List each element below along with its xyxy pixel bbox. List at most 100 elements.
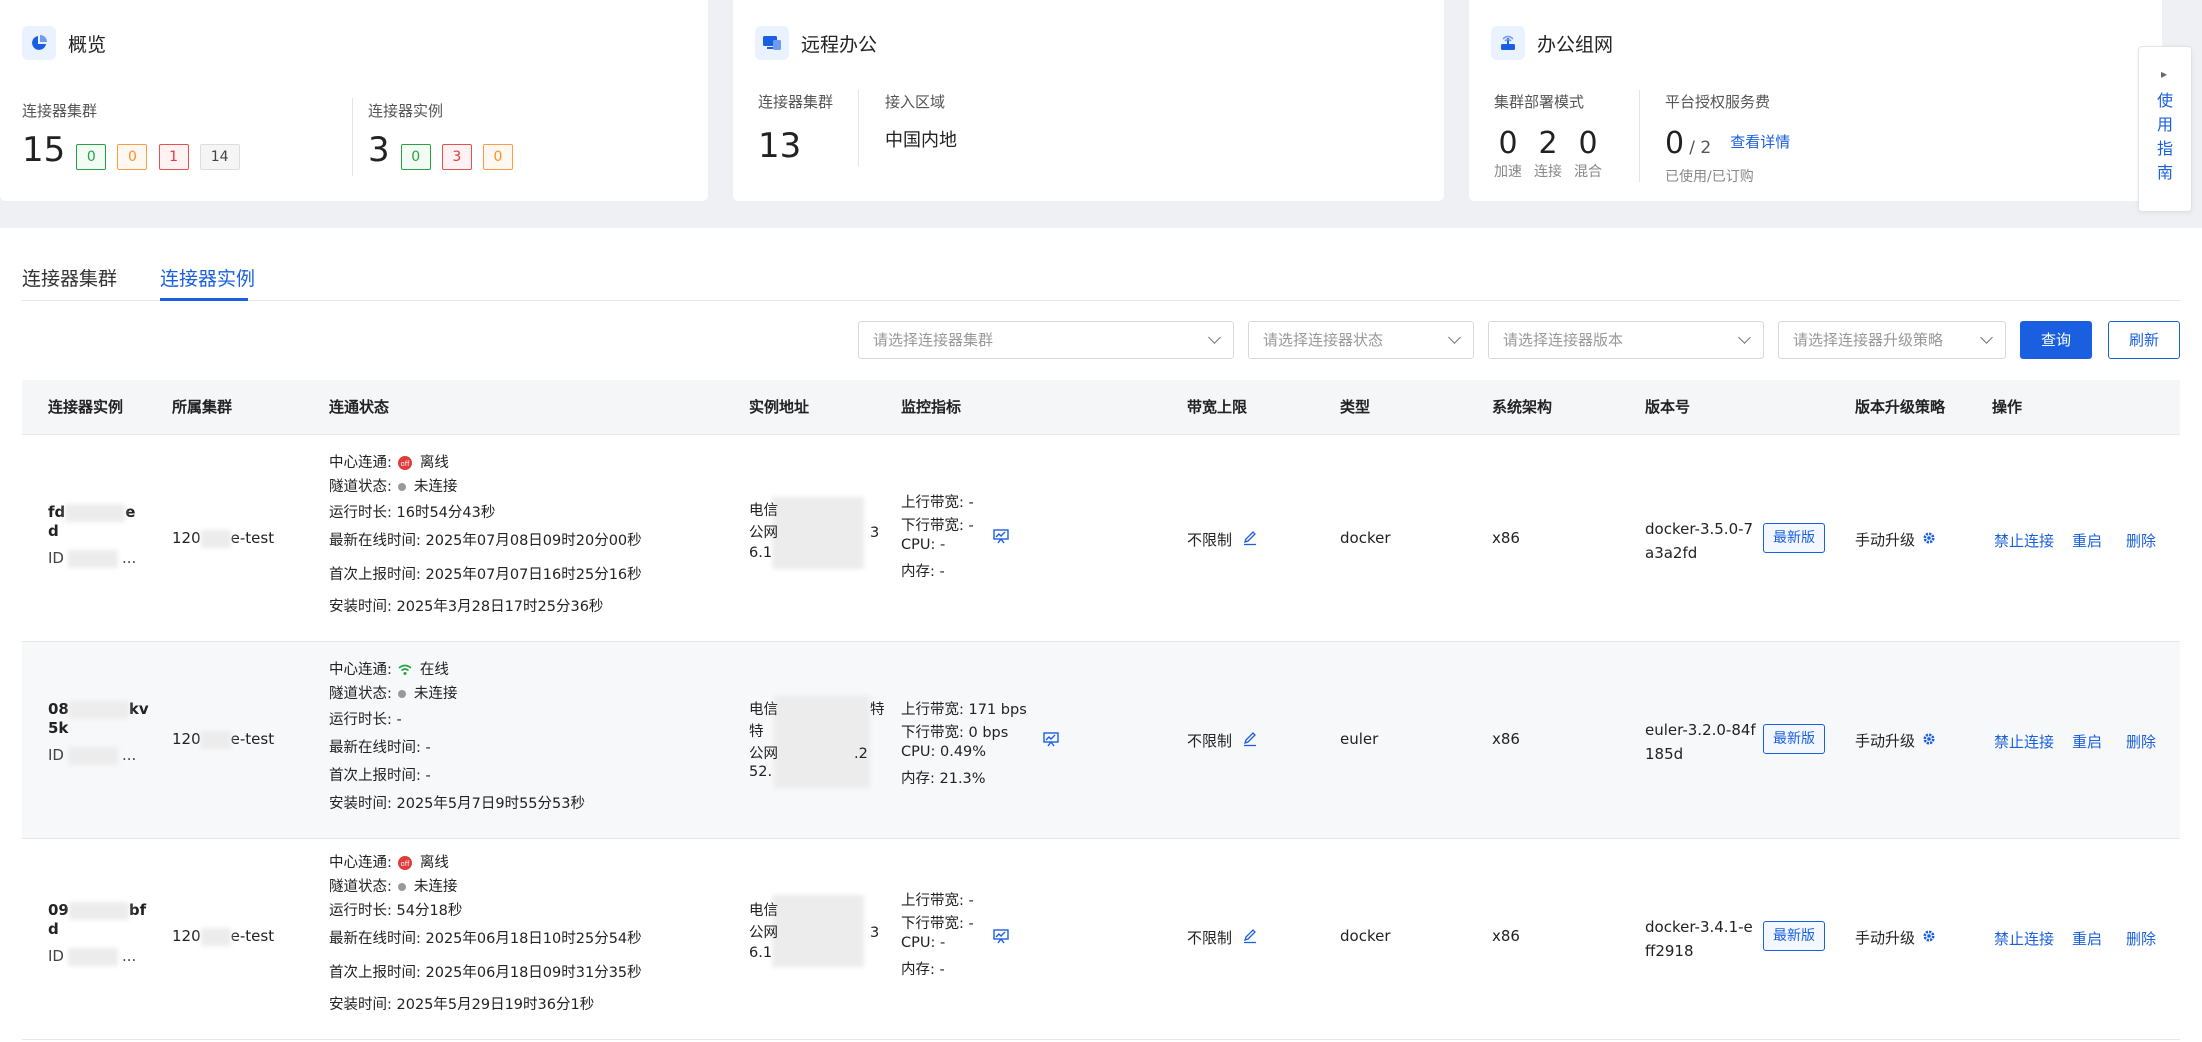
gear-icon[interactable] — [1922, 929, 1936, 943]
delete-link[interactable]: 删除 — [2126, 530, 2156, 551]
mem-value: 21.3% — [939, 771, 986, 787]
down-label: 下行带宽: — [901, 725, 964, 741]
up-bandwidth: 上行带宽: - — [901, 889, 974, 910]
instance-name[interactable]: 09 bf d — [48, 901, 146, 938]
cluster-name[interactable]: 120 e-test — [172, 529, 274, 548]
query-button[interactable]: 查询 — [2020, 321, 2092, 359]
disable-connection-link[interactable]: 禁止连接 — [1994, 928, 2054, 949]
cluster-name[interactable]: 120 e-test — [172, 927, 274, 946]
runtime-value: 54分18秒 — [396, 903, 463, 919]
disable-connection-link[interactable]: 禁止连接 — [1994, 530, 2054, 551]
status-select[interactable]: 请选择连接器状态 — [1248, 321, 1474, 359]
tab-clusters[interactable]: 连接器集群 — [22, 264, 117, 291]
runtime: 运行时长: 16时54分43秒 — [329, 501, 495, 522]
overview-cluster-label: 连接器集群 — [22, 102, 98, 120]
center-status: 中心连通: 在线 — [329, 658, 449, 679]
router-icon — [1491, 26, 1525, 60]
cluster-name[interactable]: 120 e-test — [172, 730, 274, 749]
last-online-value: - — [425, 740, 431, 756]
instance-id-label: ID — [48, 549, 64, 567]
down-label: 下行带宽: — [901, 916, 964, 932]
remote-region-value: 中国内地 — [885, 130, 957, 151]
th-metrics: 监控指标 — [901, 398, 962, 416]
address-line-3: 6.1 — [749, 545, 773, 561]
address-line-1: 电信 — [749, 503, 778, 519]
address-line-1: 电信 — [749, 903, 778, 919]
install-time: 安装时间: 2025年5月29日19时36分1秒 — [329, 993, 594, 1014]
tab-instances[interactable]: 连接器实例 — [160, 264, 255, 291]
address-line-1: 电信 特 — [749, 698, 885, 719]
restart-link[interactable]: 重启 — [2072, 530, 2102, 551]
monitor-chart-icon[interactable] — [992, 927, 1010, 945]
table-header: 连接器实例 所属集群 连通状态 实例地址 监控指标 带宽上限 类型 系统架构 版… — [22, 380, 2180, 435]
cluster-name-part: 120 — [172, 730, 201, 748]
mode-mixed-value: 0 — [1578, 126, 1598, 161]
policy-select[interactable]: 请选择连接器升级策略 — [1778, 321, 2006, 359]
th-actions: 操作 — [1992, 398, 2023, 416]
wifi-icon — [398, 664, 412, 675]
instance-name-part: bf — [128, 901, 147, 919]
cluster-name-part: 120 — [172, 529, 201, 547]
restart-link[interactable]: 重启 — [2072, 731, 2102, 752]
cluster-name-part: e-test — [230, 730, 275, 748]
address-part: .2 — [854, 746, 868, 762]
cluster-select-placeholder: 请选择连接器集群 — [873, 331, 994, 349]
install-label: 安装时间: — [329, 796, 392, 812]
first-report: 首次上报时间: - — [329, 764, 431, 785]
gear-icon[interactable] — [1922, 732, 1936, 746]
cluster-badge-red: 1 — [158, 143, 189, 170]
edit-icon[interactable] — [1242, 928, 1258, 944]
center-label: 中心连通: — [329, 855, 392, 871]
runtime-value: - — [396, 712, 402, 728]
delete-link[interactable]: 删除 — [2126, 731, 2156, 752]
th-instance: 连接器实例 — [48, 398, 124, 416]
runtime-value: 16时54分43秒 — [396, 505, 496, 521]
tunnel-status: 隧道状态: 未连接 — [329, 682, 457, 703]
install-value: 2025年5月29日19时36分1秒 — [396, 997, 595, 1013]
monitor-chart-icon[interactable] — [1042, 730, 1060, 748]
down-value: 0 bps — [968, 725, 1009, 741]
policy-select-placeholder: 请选择连接器升级策略 — [1793, 331, 1944, 349]
status-dot-icon — [397, 483, 406, 491]
latest-version-tag: 最新版 — [1763, 724, 1825, 754]
version-select[interactable]: 请选择连接器版本 — [1488, 321, 1764, 359]
network-divider — [1639, 90, 1640, 182]
install-time: 安装时间: 2025年3月28日17时25分36秒 — [329, 595, 603, 616]
edit-icon[interactable] — [1242, 731, 1258, 747]
chevron-down-icon — [1208, 331, 1221, 344]
svg-text:off: off — [400, 460, 409, 468]
instance-name-part: d — [48, 521, 59, 540]
version-part: ff2918 — [1645, 942, 1694, 960]
restart-link[interactable]: 重启 — [2072, 928, 2102, 949]
instance-id-tail: ... — [121, 746, 137, 764]
up-value: - — [968, 495, 974, 511]
up-label: 上行带宽: — [901, 893, 964, 909]
type-value: docker — [1340, 927, 1391, 945]
monitor-chart-icon[interactable] — [992, 527, 1010, 545]
bandwidth-limit: 不限制 — [1187, 529, 1232, 550]
down-value: - — [968, 916, 974, 932]
instance-name[interactable]: fd e d — [48, 503, 135, 540]
instance-name[interactable]: 08 kv 5k — [48, 700, 149, 737]
first-report-label: 首次上报时间: — [329, 567, 421, 583]
version-value: docker-3.4.1-e ff2918 — [1645, 915, 1753, 963]
masked-text — [200, 529, 231, 548]
cluster-select[interactable]: 请选择连接器集群 — [858, 321, 1234, 359]
refresh-button[interactable]: 刷新 — [2108, 321, 2180, 359]
center-status: 中心连通: off 离线 — [329, 851, 449, 872]
last-online: 最新在线时间: 2025年07月08日09时20分00秒 — [329, 529, 642, 550]
version-part: a3a2fd — [1645, 544, 1698, 562]
masked-text — [200, 730, 231, 749]
disable-connection-link[interactable]: 禁止连接 — [1994, 731, 2054, 752]
fee-total: / 2 — [1689, 138, 1712, 158]
bandwidth-limit: 不限制 — [1187, 730, 1232, 751]
delete-link[interactable]: 删除 — [2126, 928, 2156, 949]
th-cluster: 所属集群 — [172, 398, 233, 416]
gear-icon[interactable] — [1922, 531, 1936, 545]
runtime: 运行时长: 54分18秒 — [329, 899, 462, 920]
instance-name-part: 08 — [48, 700, 69, 718]
masked-text — [200, 927, 231, 946]
edit-icon[interactable] — [1242, 530, 1258, 546]
user-guide-panel[interactable]: ▸ 使用指南 — [2138, 46, 2192, 212]
fee-detail-link[interactable]: 查看详情 — [1730, 133, 1790, 151]
